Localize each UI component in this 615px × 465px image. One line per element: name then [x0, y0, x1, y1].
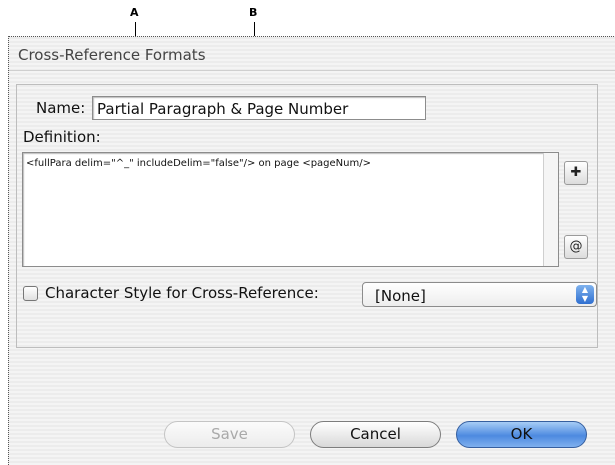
callout-label-b: B	[249, 6, 258, 19]
definition-textarea[interactable]: <fullPara delim="^_" includeDelim="false…	[22, 152, 559, 267]
save-button[interactable]: Save	[164, 421, 295, 448]
definition-label: Definition:	[23, 128, 101, 146]
name-label: Name:	[36, 99, 86, 117]
definition-scrollbar[interactable]	[543, 153, 558, 266]
callout-label-a: A	[130, 6, 139, 19]
cross-reference-formats-dialog: Cross-Reference Formats Name: Partial Pa…	[8, 36, 615, 465]
insert-special-character-button[interactable]: @	[564, 235, 588, 259]
character-style-value: [None]	[375, 287, 426, 305]
title-divider	[9, 70, 615, 71]
select-arrows-icon: ▲ ▼	[576, 285, 594, 304]
insert-building-block-icon: ✚	[570, 165, 582, 180]
insert-building-block-button[interactable]: ✚	[564, 161, 588, 185]
name-field[interactable]: Partial Paragraph & Page Number	[92, 96, 426, 120]
cancel-button[interactable]: Cancel	[310, 421, 441, 448]
dialog-title: Cross-Reference Formats	[18, 46, 206, 64]
insert-special-character-icon: @	[569, 239, 583, 254]
definition-text: <fullPara delim="^_" includeDelim="false…	[26, 158, 371, 169]
character-style-label: Character Style for Cross-Reference:	[45, 284, 319, 302]
character-style-checkbox[interactable]	[23, 286, 38, 301]
ok-button[interactable]: OK	[456, 421, 587, 448]
character-style-select[interactable]: [None] ▲ ▼	[362, 282, 597, 307]
